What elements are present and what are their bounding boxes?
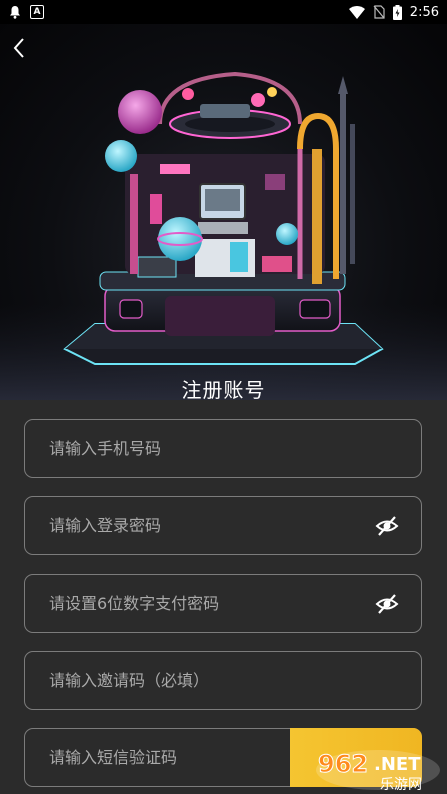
phone-field[interactable] bbox=[24, 419, 422, 478]
invite-code-input[interactable] bbox=[25, 652, 421, 709]
invite-code-field[interactable] bbox=[24, 651, 422, 710]
battery-charging-icon bbox=[392, 4, 402, 20]
sms-code-field[interactable] bbox=[24, 728, 422, 787]
back-chevron-icon[interactable] bbox=[8, 36, 32, 60]
hero-illustration bbox=[0, 71, 447, 400]
wifi-icon bbox=[348, 5, 365, 19]
phone-input[interactable] bbox=[25, 420, 421, 477]
pay-password-field[interactable] bbox=[24, 574, 422, 633]
no-sim-icon bbox=[373, 5, 385, 19]
hero-banner: 注册账号 bbox=[0, 24, 447, 400]
send-code-button[interactable] bbox=[290, 728, 422, 787]
login-password-field[interactable] bbox=[24, 496, 422, 555]
eye-off-icon[interactable] bbox=[375, 515, 399, 537]
login-password-input[interactable] bbox=[25, 497, 421, 554]
eye-off-icon[interactable] bbox=[375, 593, 399, 615]
page-title: 注册账号 bbox=[181, 378, 266, 400]
notification-bell-icon bbox=[10, 6, 20, 19]
pay-password-input[interactable] bbox=[25, 575, 421, 632]
text-a-icon: A bbox=[30, 5, 44, 19]
status-bar: A 2:56 bbox=[0, 0, 447, 24]
status-time: 2:56 bbox=[409, 4, 439, 20]
